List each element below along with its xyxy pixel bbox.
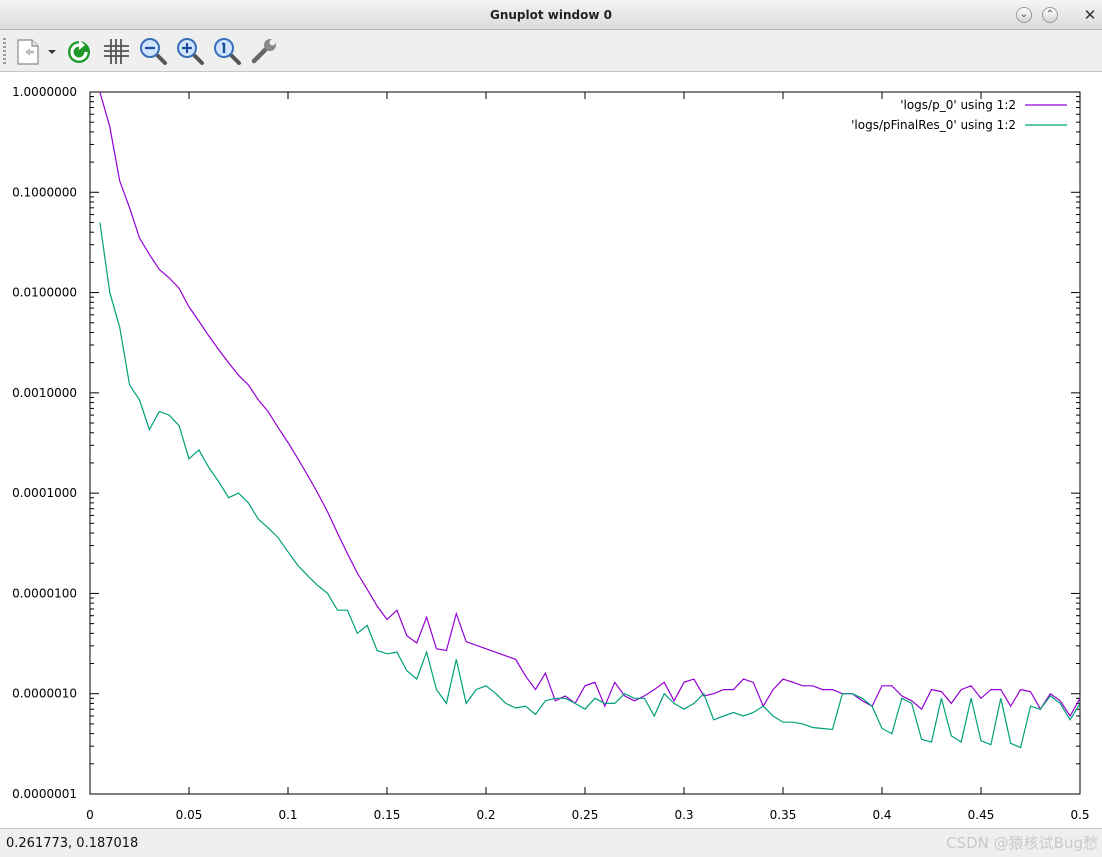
settings-button[interactable]: [248, 35, 280, 67]
x-tick-label: 0.15: [374, 808, 401, 822]
y-tick-label: 0.0100000: [12, 286, 77, 300]
zoom-out-icon: [140, 38, 167, 65]
export-button[interactable]: [12, 35, 60, 67]
y-tick-label: 0.0000001: [12, 787, 77, 801]
y-tick-label: 0.0010000: [12, 386, 77, 400]
zoom-fit-button[interactable]: [211, 35, 243, 67]
x-tick-label: 0: [86, 808, 94, 822]
x-tick-label: 0.35: [770, 808, 797, 822]
toolbar-grip-icon[interactable]: [3, 38, 6, 64]
zoom-fit-icon: [214, 38, 241, 65]
zoom-in-button[interactable]: [174, 35, 206, 67]
mouse-coordinates-readout: 0.261773, 0.187018: [6, 836, 139, 851]
x-tick-label: 0.5: [1070, 808, 1089, 822]
minimize-button[interactable]: ⌄: [1016, 7, 1032, 23]
status-bar: 0.261773, 0.187018 CSDN @猿核试Bug愁: [0, 828, 1102, 857]
x-tick-label: 0.45: [968, 808, 995, 822]
legend-label-2: 'logs/pFinalRes_0' using 1:2: [851, 118, 1016, 132]
maximize-button[interactable]: ⌃: [1042, 7, 1058, 23]
y-tick-label: 0.0001000: [12, 486, 77, 500]
watermark: CSDN @猿核试Bug愁: [946, 834, 1098, 852]
x-tick-label: 0.05: [176, 808, 203, 822]
legend-label-1: 'logs/p_0' using 1:2: [900, 98, 1016, 112]
replot-button[interactable]: [63, 35, 95, 67]
y-tick-label: 0.0000010: [12, 687, 77, 701]
zoom-out-button[interactable]: [137, 35, 169, 67]
y-tick-label: 0.0000100: [12, 586, 77, 600]
log-line-chart[interactable]: 0 0.05 0.1 0.15 0.2 0.25 0.3 0.35 0.4 0.45 0.5 0.00…: [0, 72, 1102, 828]
y-tick-label: 0.1000000: [12, 185, 77, 199]
title-bar: Gnuplot window 0 ⌄ ⌃ ✕: [0, 0, 1102, 30]
series-line-1: [99, 91, 1081, 718]
x-tick-label: 0.1: [278, 808, 297, 822]
plot-area[interactable]: 0 0.05 0.1 0.15 0.2 0.25 0.3 0.35 0.4 0.45 0.5 0.00…: [0, 72, 1102, 828]
x-tick-label: 0.3: [674, 808, 693, 822]
settings-wrench-icon: [251, 39, 276, 64]
y-tick-label: 1.0000000: [12, 85, 77, 99]
replot-icon: [68, 40, 90, 63]
toolbar: [0, 30, 1102, 72]
x-tick-label: 0.2: [476, 808, 495, 822]
window-title: Gnuplot window 0: [490, 8, 612, 22]
series-line-2: [99, 222, 1081, 749]
zoom-in-icon: [177, 38, 204, 65]
x-tick-label: 0.25: [572, 808, 599, 822]
plot-border: [89, 91, 1081, 795]
x-tick-label: 0.4: [872, 808, 891, 822]
grid-button[interactable]: [100, 35, 132, 67]
export-icon: [17, 39, 56, 65]
close-button[interactable]: ✕: [1081, 6, 1099, 24]
grid-icon: [104, 39, 129, 64]
